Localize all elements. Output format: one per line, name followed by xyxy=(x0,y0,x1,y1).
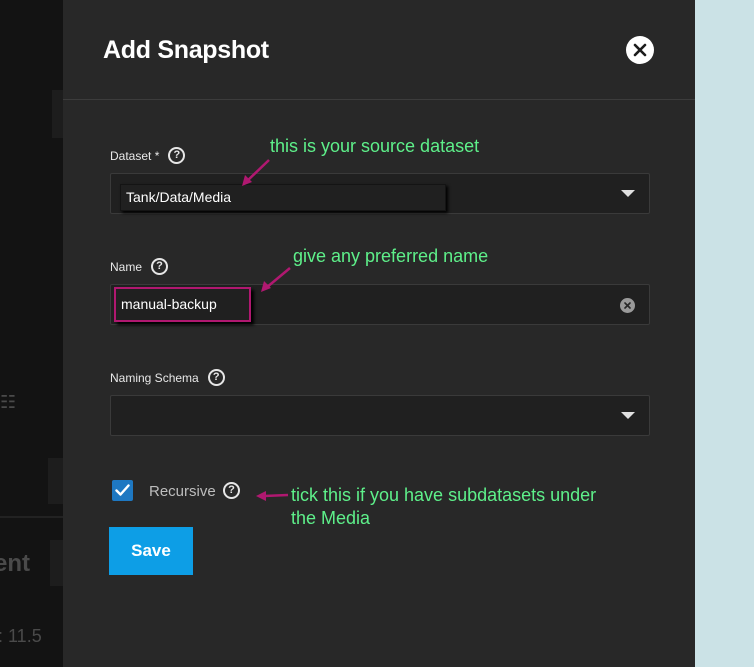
recursive-label: Recursive xyxy=(149,483,216,500)
background-card xyxy=(52,90,63,138)
recursive-annotation: tick this if you have subdatasets under … xyxy=(291,484,596,530)
close-button[interactable] xyxy=(626,36,654,64)
dataset-label-row: Dataset * ? xyxy=(110,147,186,164)
panel-title: Add Snapshot xyxy=(103,36,269,64)
name-label: Name xyxy=(110,259,143,274)
naming-schema-help-icon[interactable]: ? xyxy=(207,369,225,386)
recursive-help-icon[interactable]: ? xyxy=(223,482,240,499)
naming-schema-label: Naming Schema xyxy=(110,370,199,385)
recursive-annotation-line2: the Media xyxy=(291,508,371,528)
clear-x-icon xyxy=(624,302,631,309)
close-icon xyxy=(633,43,647,57)
checkmark-icon xyxy=(115,484,130,496)
background-strip xyxy=(695,0,754,667)
recursive-checkbox[interactable] xyxy=(112,480,133,501)
clipboard-icon: ☷ xyxy=(0,392,17,412)
chevron-down-icon xyxy=(621,412,635,419)
clear-icon[interactable] xyxy=(620,298,635,313)
save-button[interactable]: Save xyxy=(109,527,193,575)
background-heading: ent xyxy=(0,550,30,577)
name-help-icon[interactable]: ? xyxy=(151,258,169,275)
background-value: : 11.5 xyxy=(0,626,42,646)
recursive-arrow-icon xyxy=(256,491,289,501)
recursive-annotation-line1: tick this if you have subdatasets under xyxy=(291,485,597,505)
chevron-down-icon xyxy=(621,190,635,197)
add-snapshot-panel: Add Snapshot Dataset * ? Tank/Data/Media… xyxy=(63,0,695,667)
name-label-row: Name ? xyxy=(110,258,169,275)
dataset-help-icon[interactable]: ? xyxy=(168,147,186,164)
background-app: ☷ ent : 11.5 xyxy=(0,0,63,667)
dataset-arrow-icon xyxy=(242,159,270,186)
name-annotation: give any preferred name xyxy=(293,246,489,266)
naming-schema-label-row: Naming Schema ? xyxy=(110,369,225,386)
panel-header: Add Snapshot xyxy=(63,0,695,100)
dataset-label: Dataset * xyxy=(110,148,160,163)
background-card xyxy=(50,540,63,586)
dataset-annotation: this is your source dataset xyxy=(270,136,480,156)
background-card xyxy=(48,458,63,504)
name-value: manual-backup xyxy=(121,296,217,312)
background-divider xyxy=(0,516,63,518)
name-arrow-icon xyxy=(261,267,291,292)
dataset-value: Tank/Data/Media xyxy=(126,189,232,205)
naming-schema-select[interactable] xyxy=(110,395,650,436)
